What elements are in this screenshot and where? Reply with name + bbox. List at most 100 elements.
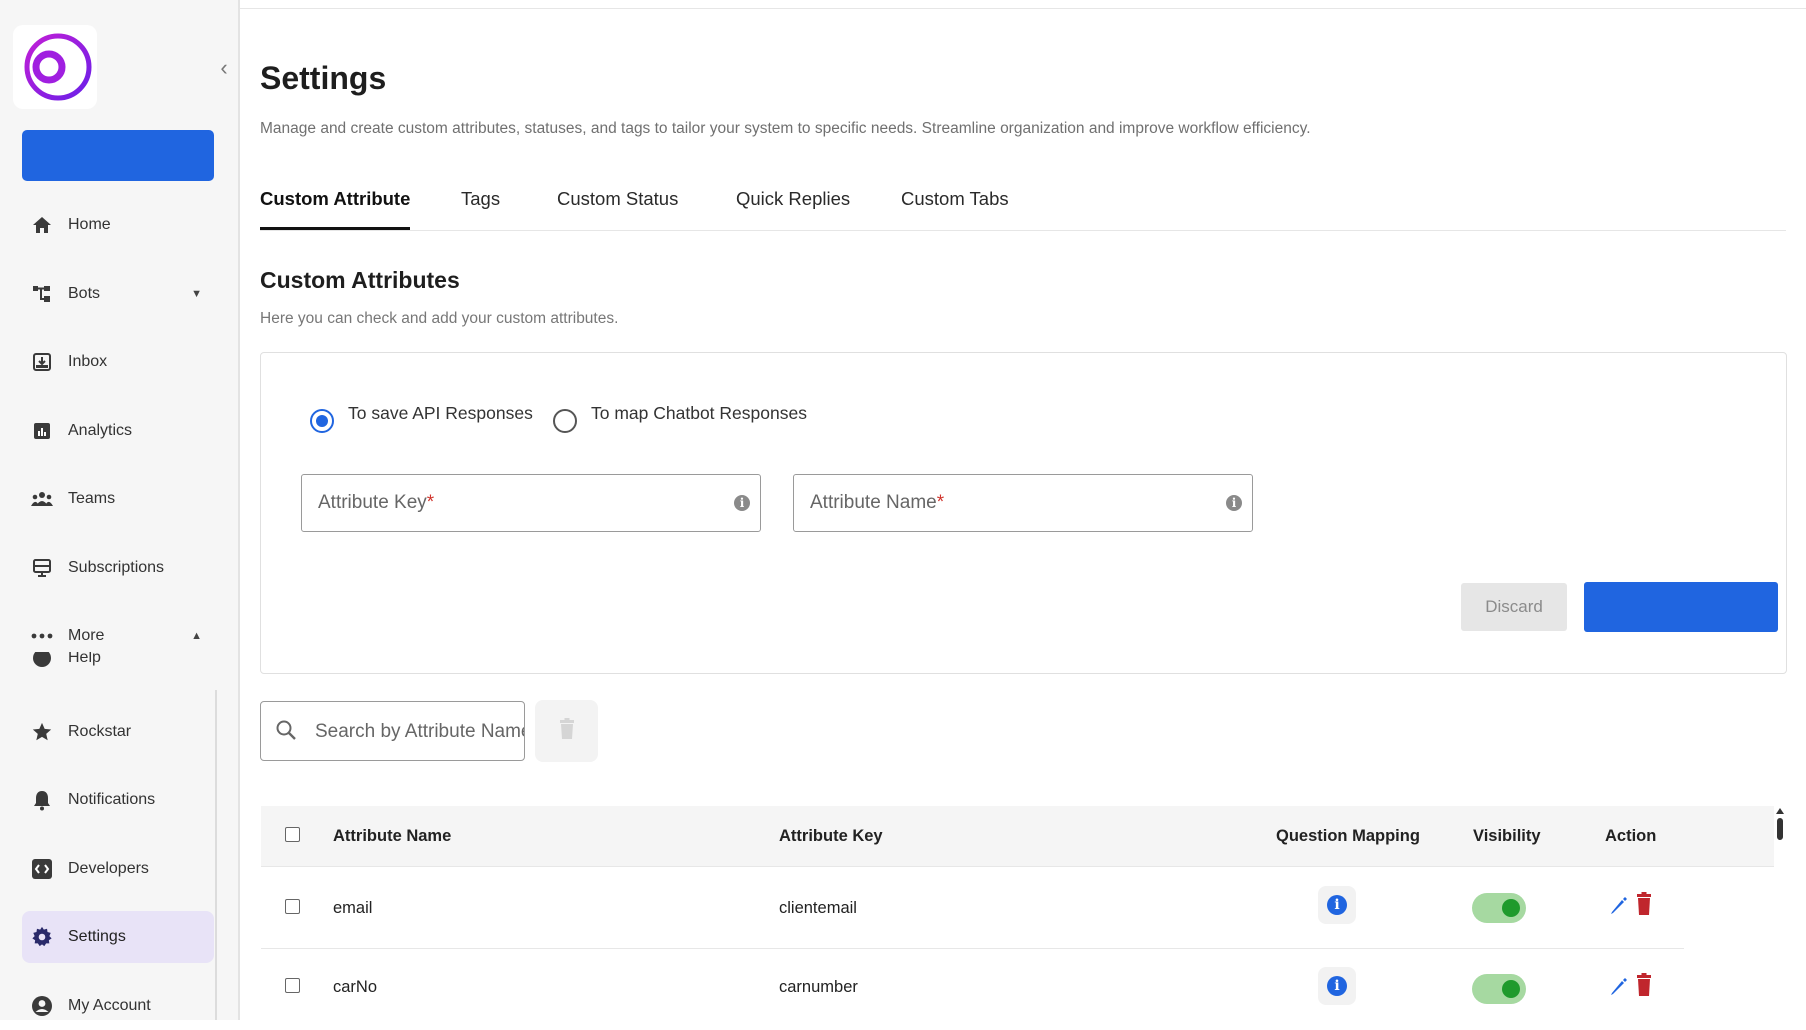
radio-map-chatbot-responses[interactable]: To map Chatbot Responses <box>553 403 807 433</box>
sidebar-item-label: Subscriptions <box>68 559 164 577</box>
discard-button[interactable]: Discard <box>1461 583 1567 631</box>
edit-icon[interactable] <box>1609 895 1627 920</box>
teams-icon <box>22 477 62 521</box>
sidebar-item-notifications[interactable]: Notifications <box>22 778 214 822</box>
sidebar-item-subscriptions[interactable]: Subscriptions <box>22 546 214 590</box>
attribute-key-placeholder-text: Attribute Key <box>318 492 427 513</box>
sidebar-item-analytics[interactable]: Analytics <box>22 409 214 453</box>
sidebar-item-label: Home <box>68 216 111 234</box>
help-icon <box>22 652 62 668</box>
section-description: Here you can check and add your custom a… <box>260 310 618 328</box>
sidebar-item-label: More <box>68 627 104 645</box>
sidebar-scrollbar[interactable] <box>215 690 217 1020</box>
sidebar-item-label: Developers <box>68 860 149 878</box>
bulk-delete-button[interactable] <box>535 700 598 762</box>
sidebar-item-label: Teams <box>68 490 115 508</box>
sidebar-item-label: My Account <box>68 997 151 1015</box>
tab-tags[interactable]: Tags <box>461 188 500 230</box>
info-icon: i <box>1327 976 1347 996</box>
search-icon <box>275 719 297 746</box>
attribute-name-field[interactable]: Attribute Name* i <box>793 474 1253 532</box>
tab-custom-status[interactable]: Custom Status <box>557 188 678 230</box>
table-header: Attribute Name Attribute Key Question Ma… <box>261 806 1774 867</box>
table-row: email clientemail i <box>261 867 1684 949</box>
logo-icon <box>15 27 95 107</box>
collapse-sidebar-icon[interactable]: ‹ <box>214 56 234 80</box>
page-description: Manage and create custom attributes, sta… <box>260 120 1311 138</box>
settings-tabs: Custom Attribute Tags Custom Status Quic… <box>260 182 1786 231</box>
cell-attribute-key: carnumber <box>779 978 858 997</box>
bots-icon <box>22 272 62 316</box>
sidebar-item-settings[interactable]: Settings <box>22 911 214 963</box>
sidebar-item-label: Inbox <box>68 353 107 371</box>
attribute-key-field[interactable]: Attribute Key* i <box>301 474 761 532</box>
edit-icon[interactable] <box>1609 976 1627 1001</box>
sidebar-item-developers[interactable]: Developers <box>22 847 214 891</box>
required-mark: * <box>937 492 944 513</box>
search-input[interactable]: Search by Attribute Name <box>260 701 525 761</box>
attribute-name-placeholder: Attribute Name* <box>810 492 944 514</box>
sidebar-item-label: Bots <box>68 285 100 303</box>
delete-icon[interactable] <box>1636 892 1652 921</box>
table-row: carNo carnumber i <box>261 949 1774 1030</box>
star-icon <box>22 710 62 754</box>
caret-down-icon: ▼ <box>191 288 202 300</box>
section-title: Custom Attributes <box>260 267 460 294</box>
radio-label: To map Chatbot Responses <box>591 403 807 424</box>
top-border <box>0 0 1806 9</box>
table-scrollbar[interactable] <box>1773 806 1787 886</box>
cell-attribute-name: email <box>333 899 372 918</box>
trash-icon <box>559 718 575 745</box>
question-mapping-button[interactable]: i <box>1318 967 1356 1005</box>
attribute-form-card: To save API Responses To map Chatbot Res… <box>260 352 1787 674</box>
logo <box>13 25 97 109</box>
header-attribute-name: Attribute Name <box>333 827 451 846</box>
bell-icon <box>22 778 62 822</box>
visibility-toggle[interactable] <box>1472 974 1526 1004</box>
sidebar-primary-button[interactable] <box>22 130 214 181</box>
tab-custom-attribute[interactable]: Custom Attribute <box>260 188 410 230</box>
code-icon <box>22 847 62 891</box>
row-checkbox[interactable] <box>285 899 300 914</box>
sidebar-item-bots[interactable]: Bots ▼ <box>22 272 214 316</box>
info-icon[interactable]: i <box>1226 495 1242 511</box>
search-placeholder: Search by Attribute Name <box>315 721 525 743</box>
select-all-checkbox[interactable] <box>285 827 300 842</box>
radio-label: To save API Responses <box>348 403 533 424</box>
tab-custom-tabs[interactable]: Custom Tabs <box>901 188 1009 230</box>
sidebar-item-home[interactable]: Home <box>22 203 214 247</box>
delete-icon[interactable] <box>1636 973 1652 1002</box>
sidebar-item-rockstar[interactable]: Rockstar <box>22 710 214 754</box>
header-action: Action <box>1605 827 1656 846</box>
subscriptions-icon <box>22 546 62 590</box>
toggle-knob <box>1502 899 1520 917</box>
page-title: Settings <box>260 60 386 97</box>
question-mapping-button[interactable]: i <box>1318 886 1356 924</box>
tab-quick-replies[interactable]: Quick Replies <box>736 188 850 230</box>
sidebar-item-help[interactable]: Help <box>22 652 182 674</box>
save-button[interactable] <box>1584 582 1778 632</box>
gear-icon <box>22 915 62 959</box>
radio-save-api-responses[interactable]: To save API Responses <box>310 403 533 433</box>
radio-unselected-icon <box>553 409 577 433</box>
sidebar-item-teams[interactable]: Teams <box>22 477 214 521</box>
row-checkbox[interactable] <box>285 978 300 993</box>
caret-up-icon: ▲ <box>191 630 202 642</box>
attribute-name-placeholder-text: Attribute Name <box>810 492 937 513</box>
sidebar-item-my-account[interactable]: My Account <box>22 984 214 1028</box>
sidebar-item-label: Settings <box>68 928 126 946</box>
account-icon <box>22 984 62 1028</box>
toggle-knob <box>1502 980 1520 998</box>
sidebar-item-label: Analytics <box>68 422 132 440</box>
attributes-table: Attribute Name Attribute Key Question Ma… <box>261 806 1774 1020</box>
attribute-key-placeholder: Attribute Key* <box>318 492 434 514</box>
sidebar-item-inbox[interactable]: Inbox <box>22 340 214 384</box>
header-attribute-key: Attribute Key <box>779 827 883 846</box>
info-icon[interactable]: i <box>734 495 750 511</box>
header-visibility: Visibility <box>1473 827 1541 846</box>
cell-attribute-key: clientemail <box>779 899 857 918</box>
sidebar-item-label: Rockstar <box>68 723 131 741</box>
sidebar-item-label: Help <box>68 652 101 667</box>
header-question-mapping: Question Mapping <box>1276 827 1420 846</box>
visibility-toggle[interactable] <box>1472 893 1526 923</box>
